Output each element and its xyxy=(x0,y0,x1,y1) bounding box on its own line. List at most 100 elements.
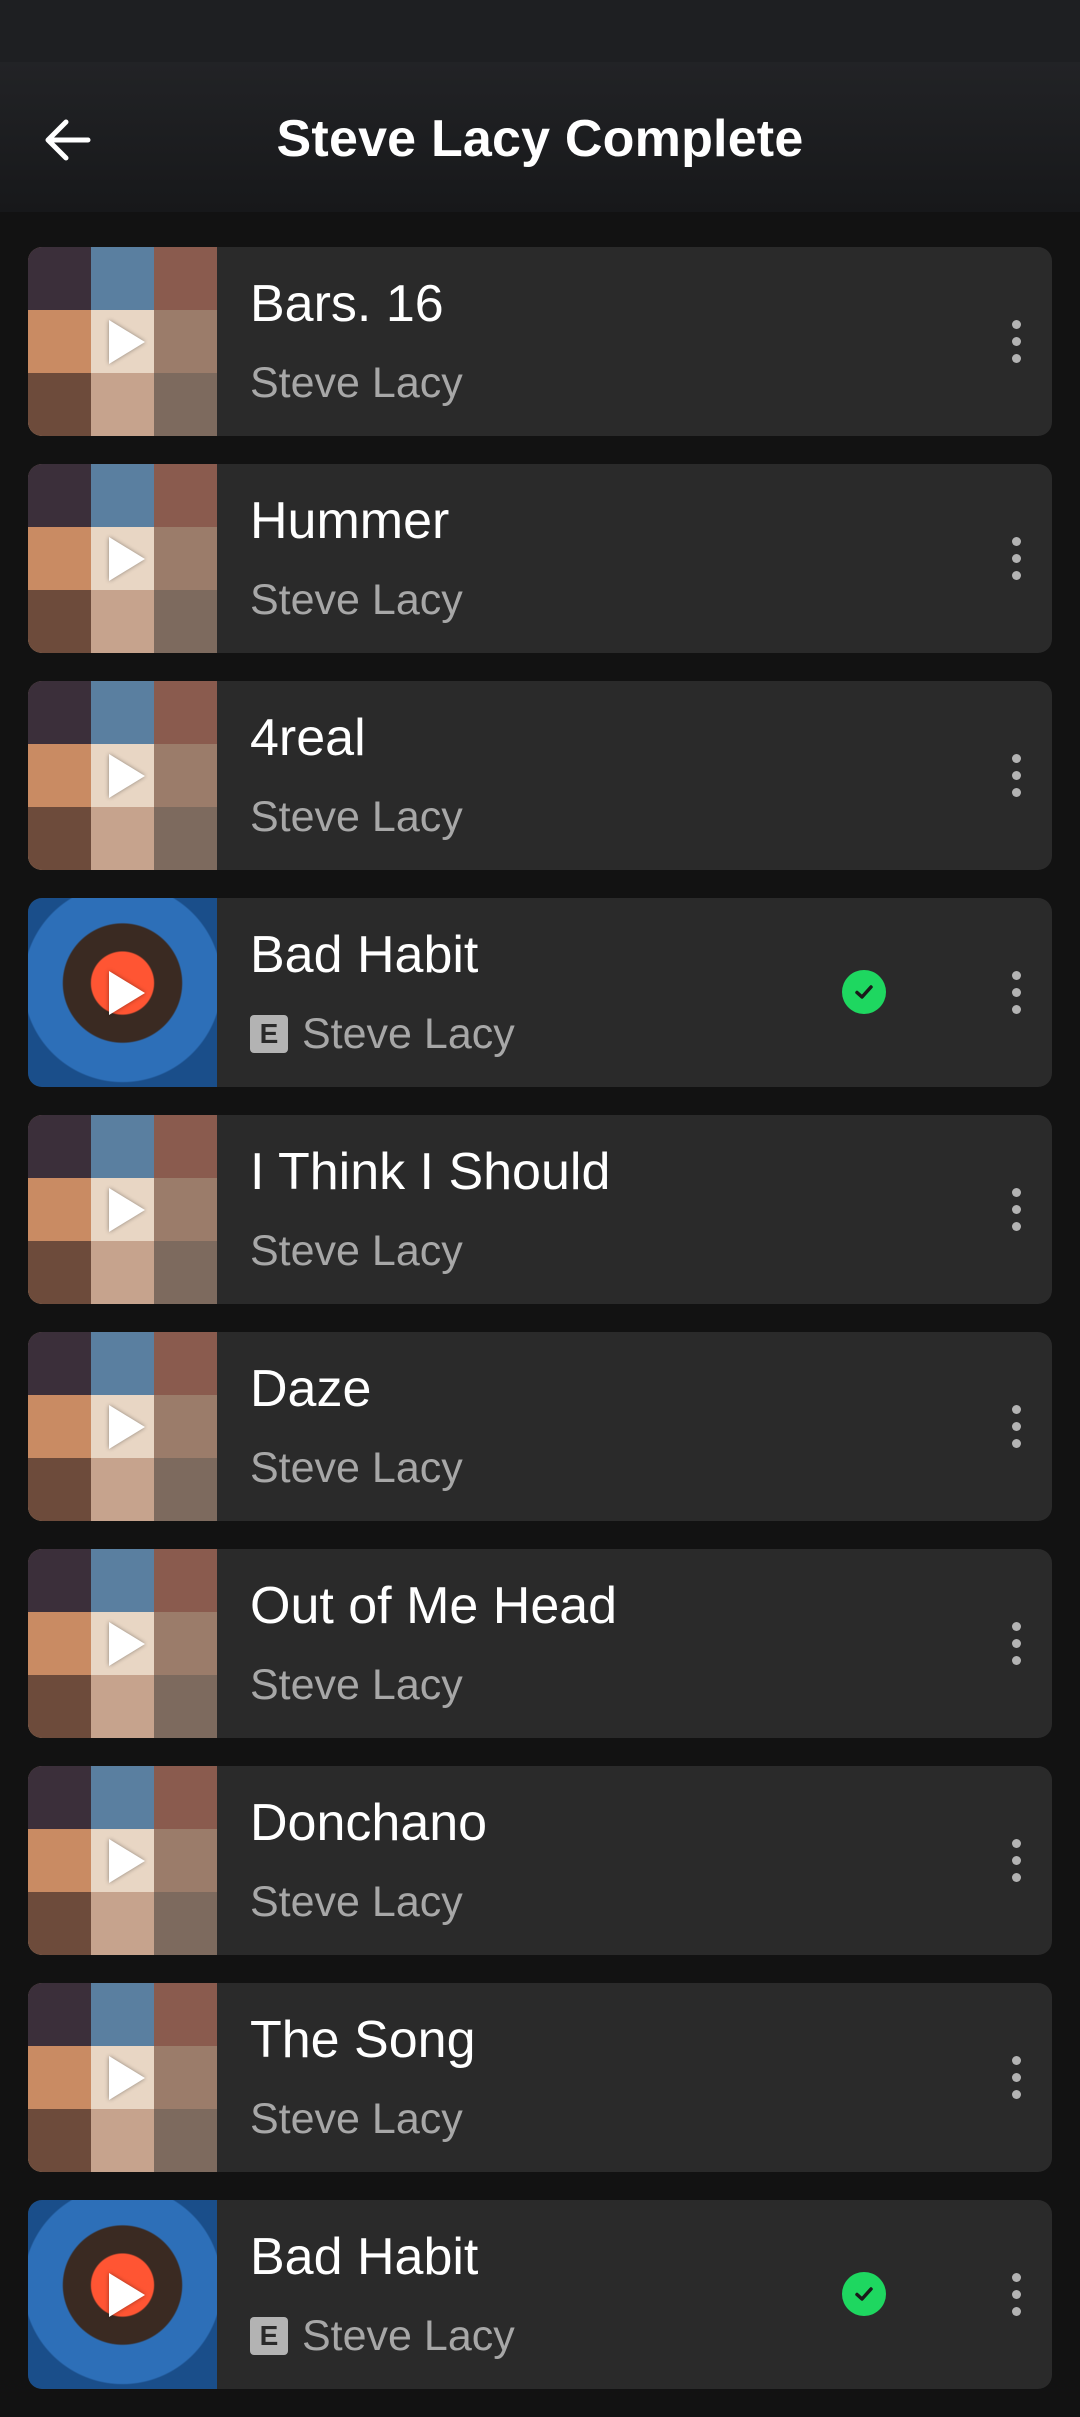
play-icon[interactable] xyxy=(108,319,145,364)
cover-tile xyxy=(91,1675,154,1738)
cover-tile xyxy=(28,373,91,436)
album-cover[interactable] xyxy=(28,898,217,1087)
cover-tile xyxy=(91,1549,154,1612)
album-cover[interactable] xyxy=(28,1766,217,1955)
track-row[interactable]: Bad Habit E Steve Lacy xyxy=(28,2200,1052,2389)
cover-tile xyxy=(28,1612,91,1675)
more-vertical-icon[interactable] xyxy=(986,2254,1046,2334)
track-artist: Steve Lacy xyxy=(250,576,463,624)
header: Steve Lacy Complete xyxy=(0,62,1080,212)
cover-tile xyxy=(154,590,217,653)
cover-tile xyxy=(154,1332,217,1395)
cover-tile xyxy=(28,1549,91,1612)
cover-tile xyxy=(154,1983,217,2046)
track-row[interactable]: Out of Me Head Steve Lacy xyxy=(28,1549,1052,1738)
track-title: Donchano xyxy=(250,1794,488,1852)
track-artist: Steve Lacy xyxy=(250,793,463,841)
cover-tile xyxy=(154,1395,217,1458)
track-title: 4real xyxy=(250,709,366,767)
cover-tile xyxy=(91,2109,154,2172)
cover-tile xyxy=(154,1829,217,1892)
cover-tile xyxy=(91,681,154,744)
play-icon[interactable] xyxy=(108,2055,145,2100)
cover-tile xyxy=(28,1395,91,1458)
more-vertical-icon[interactable] xyxy=(986,1169,1046,1249)
more-vertical-icon[interactable] xyxy=(986,1820,1046,1900)
track-title: Bad Habit xyxy=(250,2228,479,2286)
cover-tile xyxy=(28,1766,91,1829)
album-cover[interactable] xyxy=(28,1549,217,1738)
explicit-badge: E xyxy=(250,1015,288,1053)
cover-tile xyxy=(28,1332,91,1395)
more-vertical-icon[interactable] xyxy=(986,301,1046,381)
track-artist-line: Steve Lacy xyxy=(250,1876,463,1928)
cover-tile xyxy=(154,1612,217,1675)
track-row[interactable]: I Think I Should Steve Lacy xyxy=(28,1115,1052,1304)
more-vertical-icon[interactable] xyxy=(986,952,1046,1032)
cover-tile xyxy=(154,2046,217,2109)
album-cover[interactable] xyxy=(28,247,217,436)
cover-tile xyxy=(154,807,217,870)
track-row[interactable]: Bad Habit E Steve Lacy xyxy=(28,898,1052,1087)
cover-tile xyxy=(91,1332,154,1395)
play-icon[interactable] xyxy=(108,2272,145,2317)
cover-tile xyxy=(28,1115,91,1178)
track-artist-line: E Steve Lacy xyxy=(250,2310,515,2362)
play-icon[interactable] xyxy=(108,536,145,581)
track-row[interactable]: 4real Steve Lacy xyxy=(28,681,1052,870)
cover-tile xyxy=(28,464,91,527)
cover-tile xyxy=(154,310,217,373)
track-artist: Steve Lacy xyxy=(250,1661,463,1709)
cover-tile xyxy=(28,681,91,744)
play-icon[interactable] xyxy=(108,1838,145,1883)
more-vertical-icon[interactable] xyxy=(986,2037,1046,2117)
cover-tile xyxy=(154,1458,217,1521)
page-title: Steve Lacy Complete xyxy=(276,110,804,168)
track-artist: Steve Lacy xyxy=(250,1444,463,1492)
cover-tile xyxy=(28,1241,91,1304)
album-cover[interactable] xyxy=(28,2200,217,2389)
track-row[interactable]: The Song Steve Lacy xyxy=(28,1983,1052,2172)
cover-tile xyxy=(154,247,217,310)
play-icon[interactable] xyxy=(108,753,145,798)
more-vertical-icon[interactable] xyxy=(986,735,1046,815)
track-row[interactable]: Donchano Steve Lacy xyxy=(28,1766,1052,1955)
cover-tile xyxy=(28,310,91,373)
cover-tile xyxy=(28,744,91,807)
track-title: Daze xyxy=(250,1360,372,1418)
cover-tile xyxy=(91,1115,154,1178)
cover-tile xyxy=(154,1241,217,1304)
play-icon[interactable] xyxy=(108,1404,145,1449)
cover-tile xyxy=(154,1766,217,1829)
cover-tile xyxy=(28,247,91,310)
album-cover[interactable] xyxy=(28,1115,217,1304)
track-row[interactable]: Hummer Steve Lacy xyxy=(28,464,1052,653)
track-title: The Song xyxy=(250,2011,476,2069)
track-row[interactable]: Bars. 16 Steve Lacy xyxy=(28,247,1052,436)
album-cover[interactable] xyxy=(28,464,217,653)
cover-tile xyxy=(28,807,91,870)
cover-tile xyxy=(154,373,217,436)
cover-tile xyxy=(91,1766,154,1829)
track-title: I Think I Should xyxy=(250,1143,611,1201)
more-vertical-icon[interactable] xyxy=(986,1603,1046,1683)
track-artist-line: Steve Lacy xyxy=(250,791,463,843)
cover-tile xyxy=(91,1983,154,2046)
cover-tile xyxy=(28,527,91,590)
play-icon[interactable] xyxy=(108,1187,145,1232)
cover-tile xyxy=(28,1675,91,1738)
more-vertical-icon[interactable] xyxy=(986,1386,1046,1466)
track-artist: Steve Lacy xyxy=(250,359,463,407)
track-artist-line: Steve Lacy xyxy=(250,574,463,626)
play-icon[interactable] xyxy=(108,1621,145,1666)
album-cover[interactable] xyxy=(28,681,217,870)
album-cover[interactable] xyxy=(28,1332,217,1521)
track-row[interactable]: Daze Steve Lacy xyxy=(28,1332,1052,1521)
track-artist-line: E Steve Lacy xyxy=(250,1008,515,1060)
album-cover[interactable] xyxy=(28,1983,217,2172)
track-artist-line: Steve Lacy xyxy=(250,357,463,409)
cover-tile xyxy=(28,1178,91,1241)
play-icon[interactable] xyxy=(108,970,145,1015)
more-vertical-icon[interactable] xyxy=(986,518,1046,598)
cover-tile xyxy=(91,373,154,436)
